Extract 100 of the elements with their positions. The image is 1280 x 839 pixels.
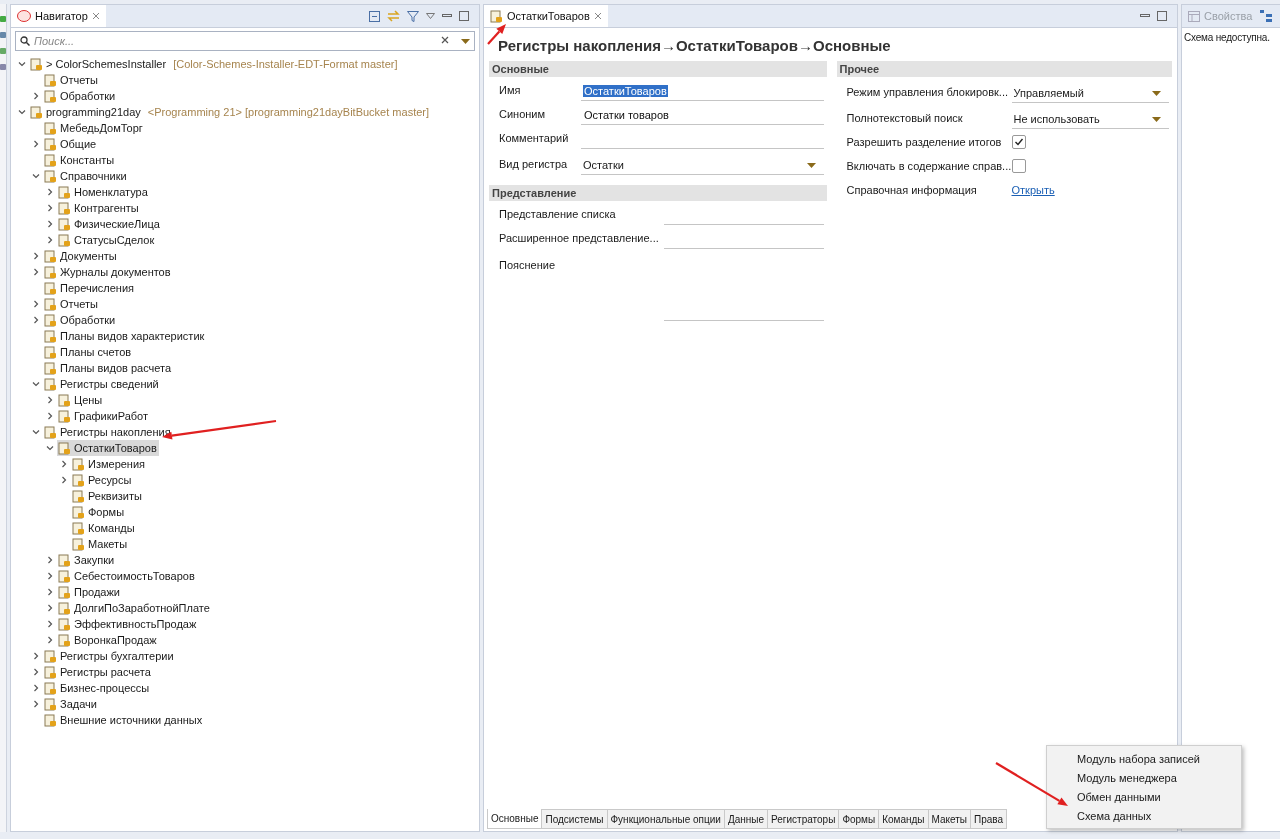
tree-item[interactable]: Бизнес-процессы xyxy=(43,680,152,696)
chevron-right-icon[interactable] xyxy=(32,92,40,100)
document-icon xyxy=(72,457,85,471)
chevron-down-icon[interactable] xyxy=(18,108,26,116)
chevron-down-icon[interactable] xyxy=(18,60,26,68)
field-label: Расширенное представление... xyxy=(499,232,660,246)
tree-item[interactable]: ЭффективностьПродаж xyxy=(57,616,199,632)
tree-item[interactable]: Продажи xyxy=(57,584,122,600)
editor-tab[interactable]: Формы xyxy=(838,809,880,829)
menu-item[interactable]: Модуль набора записей xyxy=(1047,749,1241,768)
chevron-right-icon[interactable] xyxy=(32,140,40,148)
editor-tab[interactable]: Макеты xyxy=(927,809,972,829)
document-icon xyxy=(44,153,57,167)
editor-tab[interactable]: Подсистемы xyxy=(541,809,608,829)
tree-item[interactable]: ДолгиПоЗаработнойПлате xyxy=(57,600,212,616)
tree-item[interactable]: Перечисления xyxy=(43,280,136,296)
filter-icon[interactable] xyxy=(407,10,419,22)
tree-item[interactable]: Измерения xyxy=(71,456,148,472)
tree-item[interactable]: ГрафикиРабот xyxy=(57,408,151,424)
tree-item[interactable]: СтатусыСделок xyxy=(57,232,157,248)
dropdown-field[interactable]: Остатки xyxy=(581,156,824,175)
close-icon[interactable] xyxy=(593,12,602,20)
field-label: Режим управления блокировк... xyxy=(846,86,1009,100)
tree-item[interactable]: Внешние источники данных xyxy=(43,712,205,728)
outline-icon[interactable] xyxy=(1260,10,1273,22)
view-menu-icon[interactable] xyxy=(426,13,435,19)
tree-item[interactable]: ОстаткиТоваров xyxy=(57,440,159,456)
menu-item[interactable]: Обмен данными xyxy=(1047,787,1241,806)
checkbox[interactable] xyxy=(1011,159,1026,173)
document-icon xyxy=(44,345,57,359)
tree-item[interactable]: Регистры расчета xyxy=(43,664,153,680)
tree-item[interactable]: > ColorSchemesInstaller [Color-Schemes-Installer-EDT-Format master] xyxy=(29,56,400,72)
chevron-down-icon[interactable] xyxy=(32,172,40,180)
checkbox[interactable] xyxy=(1011,135,1026,149)
document-icon xyxy=(44,281,57,295)
tree-item[interactable]: Регистры сведений xyxy=(43,376,161,392)
tree-item[interactable]: Формы xyxy=(71,504,127,520)
tree-item[interactable]: Журналы документов xyxy=(43,264,173,280)
tree-item[interactable]: Закупки xyxy=(57,552,117,568)
document-icon xyxy=(72,489,85,503)
menu-item[interactable]: Схема данных xyxy=(1047,806,1241,825)
search-icon xyxy=(20,36,30,46)
tree-item[interactable]: Отчеты xyxy=(43,72,101,88)
tree-item[interactable]: Команды xyxy=(71,520,137,536)
tree-item[interactable]: Планы видов расчета xyxy=(43,360,174,376)
tree-item[interactable]: Контрагенты xyxy=(57,200,141,216)
editor-tab[interactable]: Функциональные опции xyxy=(606,809,725,829)
tree-item[interactable]: Регистры бухгалтерии xyxy=(43,648,176,664)
tree-item[interactable]: Общие xyxy=(43,136,99,152)
dropdown-field[interactable]: Не использовать xyxy=(1011,110,1169,129)
tree-item[interactable]: Номенклатура xyxy=(57,184,150,200)
editor-tab[interactable]: Данные xyxy=(723,809,769,829)
text-field[interactable]: Остатки товаров xyxy=(581,106,824,125)
tree-item[interactable]: Реквизиты xyxy=(71,488,144,504)
minimize-icon[interactable] xyxy=(442,14,452,18)
text-field[interactable]: ОстаткиТоваров xyxy=(581,82,824,101)
editor-tab[interactable]: Основные xyxy=(487,809,543,829)
open-link[interactable]: Открыть xyxy=(1011,184,1055,201)
tree-item[interactable]: Цены xyxy=(57,392,105,408)
tree-item[interactable]: Ресурсы xyxy=(71,472,134,488)
editor-tab[interactable]: Регистраторы xyxy=(767,809,840,829)
document-icon xyxy=(58,409,71,423)
tree-item[interactable]: СебестоимостьТоваров xyxy=(57,568,197,584)
tree-item[interactable]: Обработки xyxy=(43,312,118,328)
tree-item[interactable]: МебедьДомТорг xyxy=(43,120,145,136)
editor-tab[interactable]: ОстаткиТоваров xyxy=(484,5,608,27)
tree-item[interactable]: Документы xyxy=(43,248,119,264)
dropdown-arrow-icon xyxy=(1152,116,1161,122)
document-icon xyxy=(44,713,57,727)
dropdown-field[interactable]: Управляемый xyxy=(1011,84,1169,103)
close-icon[interactable] xyxy=(91,12,100,20)
tree-item[interactable]: Отчеты xyxy=(43,296,101,312)
tree-item[interactable]: Константы xyxy=(43,152,117,168)
search-field[interactable]: Поиск... xyxy=(15,31,475,51)
minimize-icon[interactable] xyxy=(1140,14,1150,18)
tree-item[interactable]: ВоронкаПродаж xyxy=(57,632,159,648)
editor-tab[interactable]: Команды xyxy=(878,809,929,829)
tree-item[interactable]: Макеты xyxy=(71,536,130,552)
tree-item[interactable]: ФизическиеЛица xyxy=(57,216,162,232)
document-icon xyxy=(58,233,71,247)
maximize-icon[interactable] xyxy=(459,11,469,21)
menu-item[interactable]: Модуль менеджера xyxy=(1047,768,1241,787)
tree-item[interactable]: Планы счетов xyxy=(43,344,134,360)
navigator-tab[interactable]: Навигатор xyxy=(11,5,106,27)
document-icon xyxy=(44,665,57,679)
tree-item[interactable]: Регистры накопления xyxy=(43,424,173,440)
chevron-down-icon[interactable] xyxy=(32,380,40,388)
dropdown-arrow-icon[interactable] xyxy=(461,39,470,44)
collapse-all-icon[interactable] xyxy=(369,10,380,22)
editor-tab[interactable]: Права xyxy=(970,809,1008,829)
tree-item[interactable]: programming21day <Programming 21> [programming21dayBitBucket master] xyxy=(29,104,432,120)
maximize-icon[interactable] xyxy=(1157,11,1167,21)
clear-icon[interactable] xyxy=(441,36,449,44)
tree-item[interactable]: Планы видов характеристик xyxy=(43,328,207,344)
document-icon xyxy=(58,617,71,631)
tree-item[interactable]: Справочники xyxy=(43,168,129,184)
document-icon xyxy=(72,521,85,535)
field-label: Полнотекстовый поиск xyxy=(846,112,964,126)
tree-item[interactable]: Обработки xyxy=(43,88,118,104)
tree-item[interactable]: Задачи xyxy=(43,696,99,712)
